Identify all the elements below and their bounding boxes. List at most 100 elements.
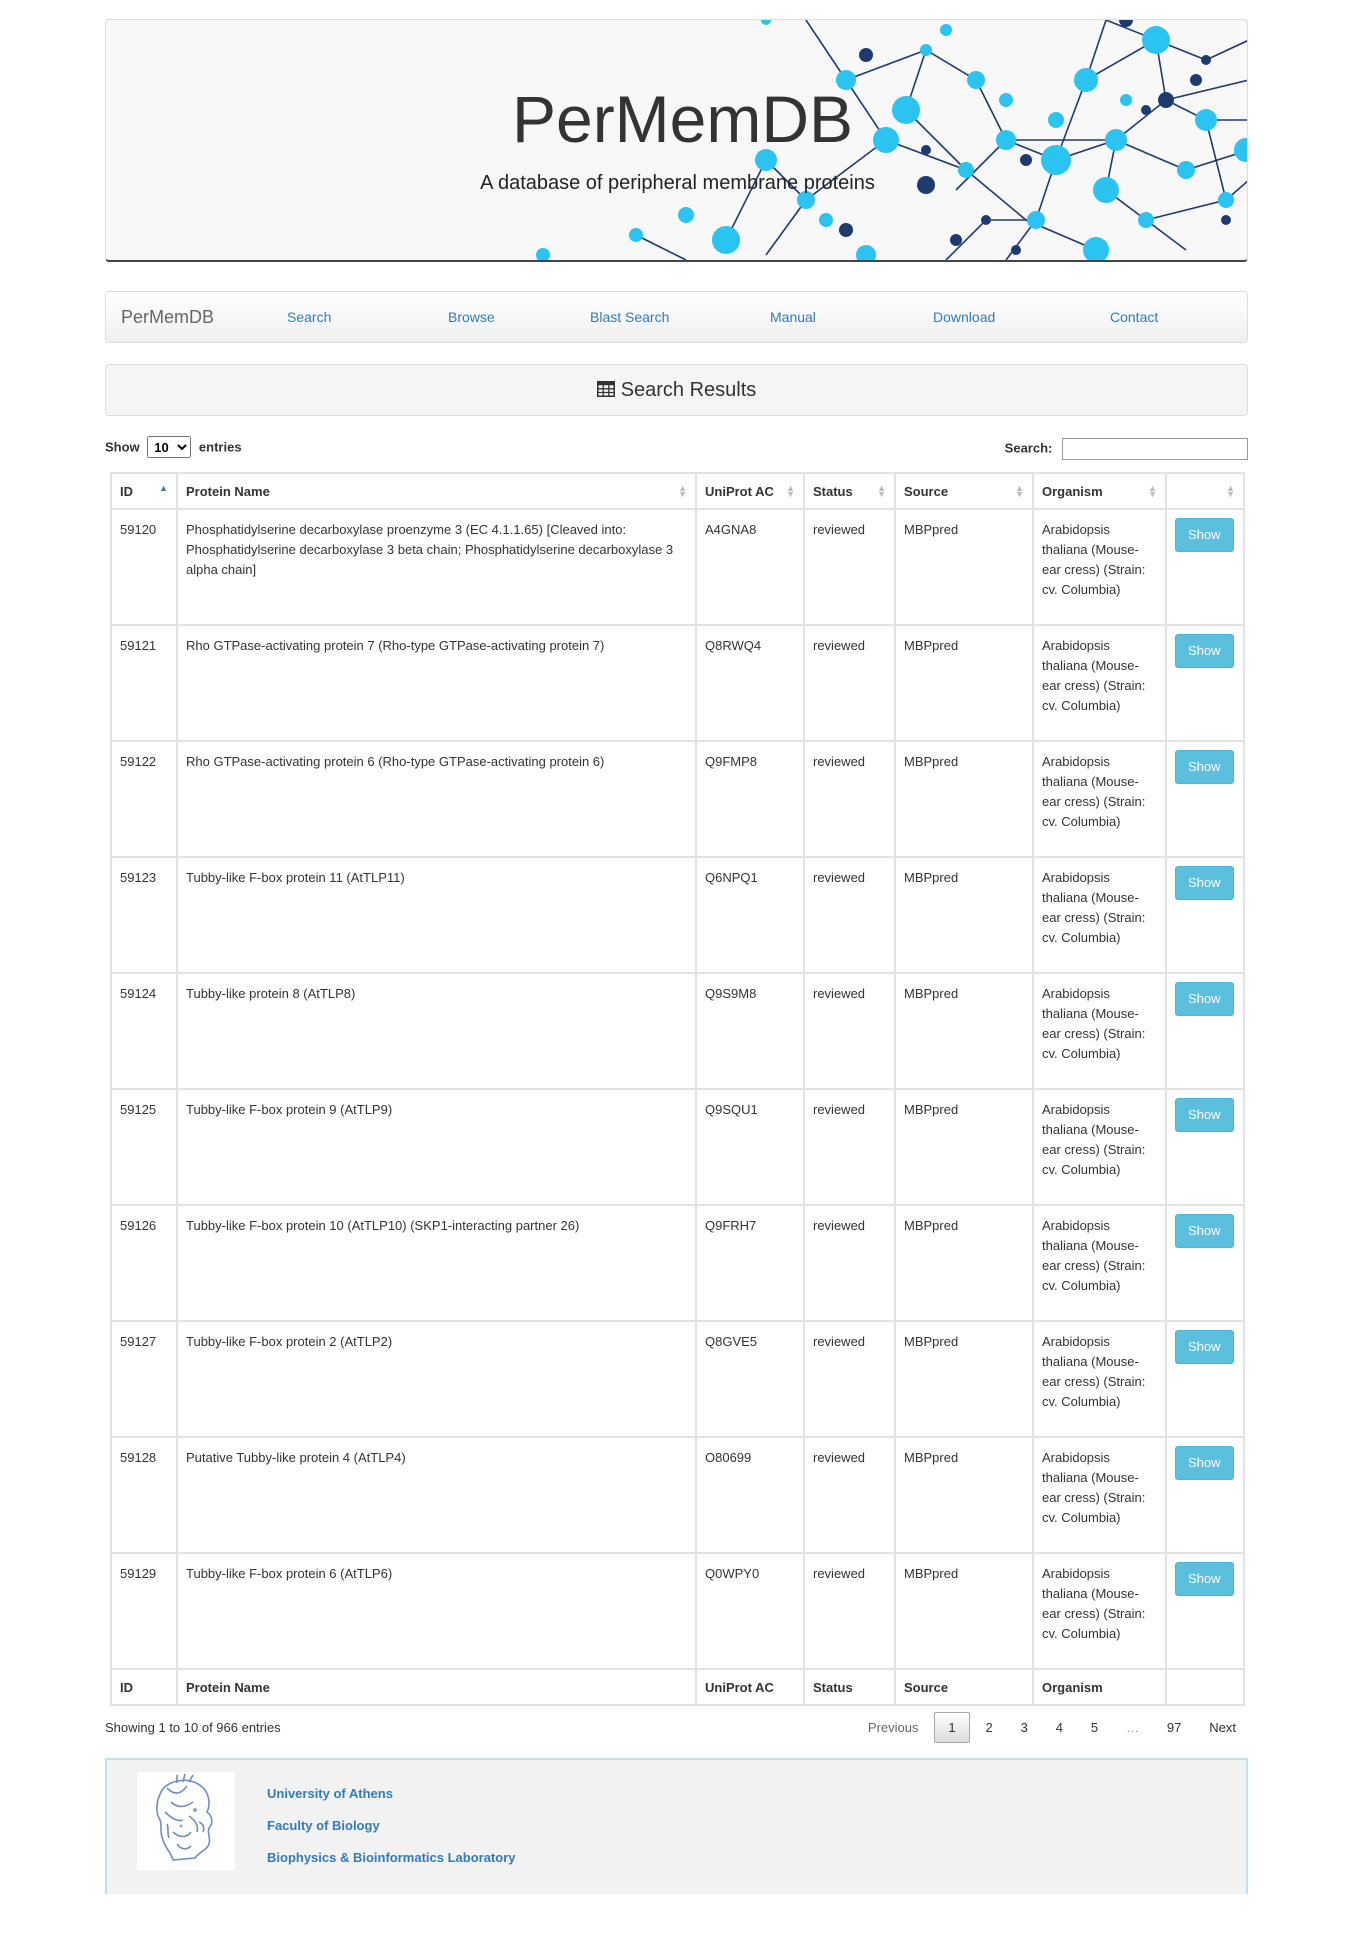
site-title: PerMemDB (511, 82, 854, 156)
footer-link-university[interactable]: University of Athens (267, 1786, 516, 1801)
cell-status: reviewed (803, 624, 896, 742)
nav-blast-search[interactable]: Blast Search (590, 309, 669, 325)
search-control: Search: (1005, 438, 1248, 460)
cell-status: reviewed (803, 1552, 896, 1670)
cell-status: reviewed (803, 1088, 896, 1206)
pagination-next[interactable]: Next (1197, 1712, 1248, 1743)
cell-source: MBPpred (894, 740, 1034, 858)
col-header-uniprot-ac[interactable]: UniProt AC ▲ ▼ (695, 472, 805, 510)
pagination-previous[interactable]: Previous (856, 1712, 931, 1743)
cell-id: 59128 (110, 1436, 178, 1554)
cell-source: MBPpred (894, 1204, 1034, 1322)
cell-protein-name: Rho GTPase-activating protein 6 (Rho-typ… (176, 740, 697, 858)
cell-organism: Arabidopsis thaliana (Mouse-ear cress) (… (1032, 856, 1167, 974)
nav-contact[interactable]: Contact (1110, 309, 1158, 325)
cell-uniprot-ac: Q9S9M8 (695, 972, 805, 1090)
cell-status: reviewed (803, 740, 896, 858)
pagination-page-3[interactable]: 3 (1009, 1712, 1040, 1743)
cell-uniprot-ac: Q8GVE5 (695, 1320, 805, 1438)
col-footer-status: Status (803, 1668, 896, 1706)
col-header-organism[interactable]: Organism ▲ ▼ (1032, 472, 1167, 510)
nav-search[interactable]: Search (287, 309, 331, 325)
panel-title: Search Results (620, 379, 757, 401)
col-header-protein-name[interactable]: Protein Name ▲ ▼ (176, 472, 697, 510)
nav-manual[interactable]: Manual (770, 309, 816, 325)
table-row: 59126 Tubby-like F-box protein 10 (AtTLP1… (110, 1204, 1245, 1322)
show-button[interactable]: Show (1175, 1330, 1234, 1364)
table-footer-row: ID Protein Name UniProt AC Status Source… (110, 1668, 1245, 1706)
show-button[interactable]: Show (1175, 866, 1234, 900)
col-header-id[interactable]: ID ▲ (110, 472, 178, 510)
show-button[interactable]: Show (1175, 1098, 1234, 1132)
cell-uniprot-ac: Q0WPY0 (695, 1552, 805, 1670)
show-button[interactable]: Show (1175, 1446, 1234, 1480)
table-row: 59120 Phosphatidylserine decarboxylase pr… (110, 508, 1245, 626)
table-icon (596, 366, 615, 416)
nav-download[interactable]: Download (933, 309, 995, 325)
show-button[interactable]: Show (1175, 750, 1234, 784)
table-row: 59127 Tubby-like F-box protein 2 (AtTLP2)… (110, 1320, 1245, 1438)
cell-id: 59124 (110, 972, 178, 1090)
cell-status: reviewed (803, 508, 896, 626)
navbar-brand[interactable]: PerMemDB (121, 307, 214, 328)
cell-uniprot-ac: O80699 (695, 1436, 805, 1554)
pagination-page-4[interactable]: 4 (1044, 1712, 1075, 1743)
pagination: Previous 1 2 3 4 5 … 97 Next (856, 1712, 1248, 1743)
cell-protein-name: Rho GTPase-activating protein 7 (Rho-typ… (176, 624, 697, 742)
show-button[interactable]: Show (1175, 518, 1234, 552)
cell-uniprot-ac: Q9FRH7 (695, 1204, 805, 1322)
cell-organism: Arabidopsis thaliana (Mouse-ear cress) (… (1032, 1320, 1167, 1438)
entries-select[interactable]: 10 (147, 436, 192, 458)
cell-action: Show (1165, 1204, 1245, 1322)
show-button[interactable]: Show (1175, 634, 1234, 668)
cell-organism: Arabidopsis thaliana (Mouse-ear cress) (… (1032, 1204, 1167, 1322)
table-row: 59121 Rho GTPase-activating protein 7 (Rh… (110, 624, 1245, 742)
cell-protein-name: Tubby-like protein 8 (AtTLP8) (176, 972, 697, 1090)
col-footer-source: Source (894, 1668, 1034, 1706)
col-footer-id: ID (110, 1668, 178, 1706)
main-navbar: PerMemDB Search Browse Blast Search Manu… (105, 291, 1248, 343)
cell-action: Show (1165, 972, 1245, 1090)
sort-both-icon: ▲ ▼ (877, 483, 886, 499)
sort-asc-icon: ▲ (159, 483, 168, 493)
col-header-status[interactable]: Status ▲ ▼ (803, 472, 896, 510)
cell-id: 59129 (110, 1552, 178, 1670)
show-button[interactable]: Show (1175, 1214, 1234, 1248)
cell-source: MBPpred (894, 1552, 1034, 1670)
cell-source: MBPpred (894, 508, 1034, 626)
cell-organism: Arabidopsis thaliana (Mouse-ear cress) (… (1032, 508, 1167, 626)
sort-both-icon: ▲ ▼ (1226, 483, 1235, 499)
cell-action: Show (1165, 1552, 1245, 1670)
cell-protein-name: Tubby-like F-box protein 6 (AtTLP6) (176, 1552, 697, 1670)
cell-uniprot-ac: A4GNA8 (695, 508, 805, 626)
col-header-source[interactable]: Source ▲ ▼ (894, 472, 1034, 510)
search-input[interactable] (1062, 438, 1248, 460)
cell-action: Show (1165, 624, 1245, 742)
cell-status: reviewed (803, 856, 896, 974)
pagination-page-97[interactable]: 97 (1155, 1712, 1193, 1743)
footer-link-faculty[interactable]: Faculty of Biology (267, 1818, 516, 1833)
sort-both-icon: ▲ ▼ (678, 483, 687, 499)
sort-both-icon: ▲ ▼ (1015, 483, 1024, 499)
cell-uniprot-ac: Q8RWQ4 (695, 624, 805, 742)
cell-protein-name: Tubby-like F-box protein 10 (AtTLP10) (S… (176, 1204, 697, 1322)
cell-source: MBPpred (894, 972, 1034, 1090)
cell-id: 59120 (110, 508, 178, 626)
col-header-action[interactable]: ▲ ▼ (1165, 472, 1245, 510)
show-button[interactable]: Show (1175, 1562, 1234, 1596)
pagination-page-2[interactable]: 2 (974, 1712, 1005, 1743)
col-footer-organism: Organism (1032, 1668, 1167, 1706)
cell-uniprot-ac: Q9SQU1 (695, 1088, 805, 1206)
length-control: Show 10 entries (105, 436, 242, 458)
nav-browse[interactable]: Browse (448, 309, 495, 325)
pagination-page-5[interactable]: 5 (1079, 1712, 1110, 1743)
table-row: 59128 Putative Tubby-like protein 4 (AtTL… (110, 1436, 1245, 1554)
show-button[interactable]: Show (1175, 982, 1234, 1016)
pagination-page-1[interactable]: 1 (934, 1712, 970, 1743)
cell-organism: Arabidopsis thaliana (Mouse-ear cress) (… (1032, 1552, 1167, 1670)
cell-source: MBPpred (894, 1436, 1034, 1554)
cell-id: 59123 (110, 856, 178, 974)
page-container: PerMemDB A database of peripheral membra… (105, 19, 1248, 1894)
footer-link-lab[interactable]: Biophysics & Bioinformatics Laboratory (267, 1850, 516, 1865)
cell-uniprot-ac: Q9FMP8 (695, 740, 805, 858)
